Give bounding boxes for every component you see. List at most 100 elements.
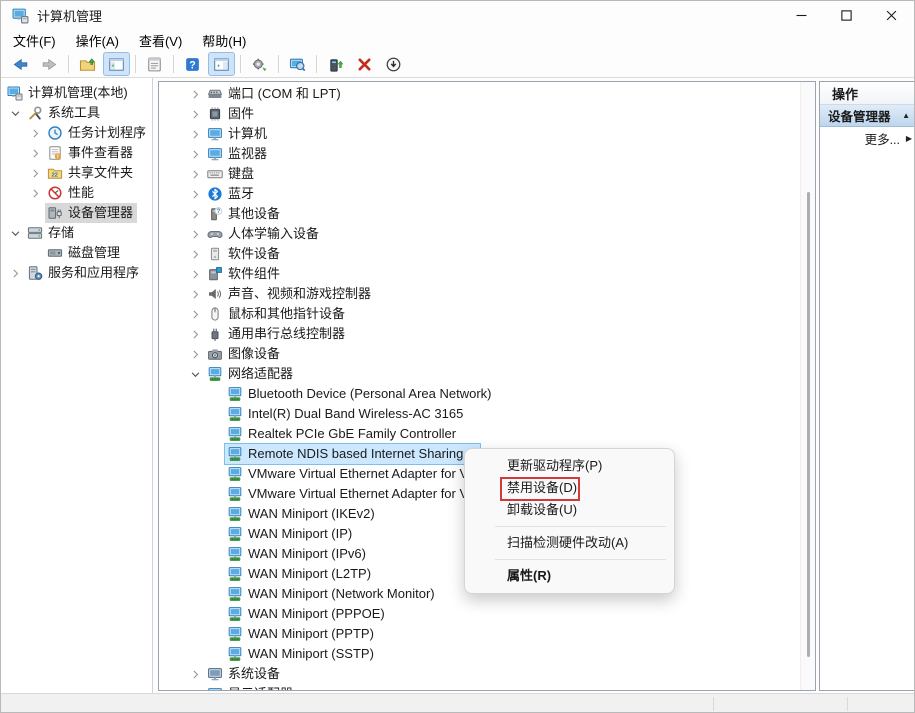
- tree-item[interactable]: WAN Miniport (PPPOE): [159, 604, 800, 624]
- tree-item[interactable]: 事件查看器: [1, 143, 152, 163]
- close-button[interactable]: [869, 1, 914, 29]
- chevron-right-icon[interactable]: [185, 226, 205, 242]
- chevron-spacer: [25, 245, 45, 261]
- menubar-item[interactable]: 查看(V): [129, 29, 192, 52]
- tree-item[interactable]: 计算机: [159, 124, 800, 144]
- uninstall-device-button[interactable]: [351, 52, 378, 76]
- disable-device-button[interactable]: [380, 52, 407, 76]
- tree-item-content: WAN Miniport (IP): [225, 524, 356, 544]
- maximize-button[interactable]: [824, 1, 869, 29]
- update-driver-button[interactable]: [322, 52, 349, 76]
- chevron-down-icon[interactable]: [185, 366, 205, 382]
- context-menu-item[interactable]: 扫描检测硬件改动(A): [465, 532, 674, 554]
- tree-item[interactable]: 通用串行总线控制器: [159, 324, 800, 344]
- chevron-right-icon[interactable]: [185, 306, 205, 322]
- tree-item[interactable]: 服务和应用程序: [1, 263, 152, 283]
- menubar-item[interactable]: 操作(A): [66, 29, 129, 52]
- menubar-item[interactable]: 文件(F): [3, 29, 66, 52]
- toolbar-separator: [316, 55, 317, 73]
- context-menu-item[interactable]: 卸载设备(U): [465, 499, 674, 521]
- chevron-right-icon[interactable]: [185, 166, 205, 182]
- help-button[interactable]: ?: [179, 52, 206, 76]
- toolbar-separator: [173, 55, 174, 73]
- folder-export-button[interactable]: [74, 52, 101, 76]
- tree-item[interactable]: 监视器: [159, 144, 800, 164]
- chevron-right-icon[interactable]: [185, 186, 205, 202]
- menu-bar: 文件(F)操作(A)查看(V)帮助(H): [1, 29, 914, 51]
- show-action-pane-icon: [213, 56, 230, 73]
- vertical-scrollbar[interactable]: [800, 82, 815, 690]
- show-action-pane-button[interactable]: [208, 52, 235, 76]
- imaging-icon: [207, 346, 223, 362]
- chevron-right-icon[interactable]: [25, 145, 45, 161]
- collapse-icon[interactable]: ▲: [902, 111, 910, 120]
- chevron-right-icon[interactable]: [185, 206, 205, 222]
- tree-item[interactable]: 图像设备: [159, 344, 800, 364]
- tree-item-label: Remote NDIS based Internet Sharing D: [248, 445, 476, 463]
- tree-item[interactable]: 设备管理器: [1, 203, 152, 223]
- show-console-tree-button[interactable]: [103, 52, 130, 76]
- context-menu-item[interactable]: 更新驱动程序(P): [465, 455, 674, 477]
- tree-item[interactable]: 任务计划程序: [1, 123, 152, 143]
- tree-item[interactable]: 计算机管理(本地): [1, 83, 152, 103]
- tree-item[interactable]: 声音、视频和游戏控制器: [159, 284, 800, 304]
- minimize-button[interactable]: [779, 1, 824, 29]
- chevron-right-icon[interactable]: [185, 266, 205, 282]
- tree-item[interactable]: 存储: [1, 223, 152, 243]
- chevron-right-icon[interactable]: [185, 146, 205, 162]
- tree-item[interactable]: WAN Miniport (PPTP): [159, 624, 800, 644]
- chevron-right-icon[interactable]: [25, 165, 45, 181]
- tree-item[interactable]: 网络适配器: [159, 364, 800, 384]
- gear-update-button[interactable]: [246, 52, 273, 76]
- forward-arrow-button[interactable]: [36, 52, 63, 76]
- tree-item[interactable]: Realtek PCIe GbE Family Controller: [159, 424, 800, 444]
- tree-item[interactable]: Intel(R) Dual Band Wireless-AC 3165: [159, 404, 800, 424]
- chevron-right-icon[interactable]: [185, 86, 205, 102]
- tree-item[interactable]: 人体学输入设备: [159, 224, 800, 244]
- tree-item[interactable]: Bluetooth Device (Personal Area Network): [159, 384, 800, 404]
- tree-item[interactable]: 蓝牙: [159, 184, 800, 204]
- mouse-icon: [207, 306, 223, 322]
- chevron-right-icon[interactable]: [185, 246, 205, 262]
- chevron-right-icon[interactable]: [185, 346, 205, 362]
- more-actions-item[interactable]: 更多... ▶: [820, 127, 915, 149]
- chevron-right-icon[interactable]: [25, 125, 45, 141]
- computer-management-icon: [7, 85, 23, 101]
- tree-item-content: 图像设备: [205, 344, 284, 364]
- properties-button[interactable]: [141, 52, 168, 76]
- context-menu-item[interactable]: 属性(R): [465, 565, 674, 587]
- chevron-right-icon[interactable]: [185, 686, 205, 690]
- back-arrow-button[interactable]: [7, 52, 34, 76]
- tree-item[interactable]: 软件组件: [159, 264, 800, 284]
- tree-item[interactable]: 软件设备: [159, 244, 800, 264]
- menubar-item[interactable]: 帮助(H): [192, 29, 256, 52]
- tree-item[interactable]: 系统工具: [1, 103, 152, 123]
- tree-item[interactable]: 磁盘管理: [1, 243, 152, 263]
- chevron-right-icon[interactable]: [25, 185, 45, 201]
- actions-section-device-manager[interactable]: 设备管理器 ▲: [820, 105, 915, 127]
- context-menu-item-disable-device[interactable]: 禁用设备(D): [465, 477, 674, 499]
- tree-item[interactable]: 鼠标和其他指针设备: [159, 304, 800, 324]
- tree-item[interactable]: 键盘: [159, 164, 800, 184]
- chevron-right-icon[interactable]: [185, 286, 205, 302]
- chevron-right-icon[interactable]: [5, 265, 25, 281]
- chevron-right-icon[interactable]: [185, 326, 205, 342]
- scrollbar-thumb[interactable]: [807, 192, 810, 657]
- tree-item[interactable]: 系统设备: [159, 664, 800, 684]
- tree-item[interactable]: ?其他设备: [159, 204, 800, 224]
- chevron-down-icon[interactable]: [5, 105, 25, 121]
- display-adapter-icon: [207, 686, 223, 690]
- tree-item[interactable]: 22共享文件夹: [1, 163, 152, 183]
- update-driver-icon: [327, 56, 344, 73]
- tree-item[interactable]: 性能: [1, 183, 152, 203]
- tree-item[interactable]: 固件: [159, 104, 800, 124]
- tree-item[interactable]: WAN Miniport (SSTP): [159, 644, 800, 664]
- chevron-right-icon[interactable]: [185, 666, 205, 682]
- chevron-right-icon[interactable]: [185, 126, 205, 142]
- tree-item[interactable]: 显示适配器: [159, 684, 800, 690]
- chevron-down-icon[interactable]: [5, 225, 25, 241]
- tree-item-content: 计算机管理(本地): [5, 83, 132, 103]
- scan-hardware-button[interactable]: [284, 52, 311, 76]
- tree-item[interactable]: 端口 (COM 和 LPT): [159, 84, 800, 104]
- chevron-right-icon[interactable]: [185, 106, 205, 122]
